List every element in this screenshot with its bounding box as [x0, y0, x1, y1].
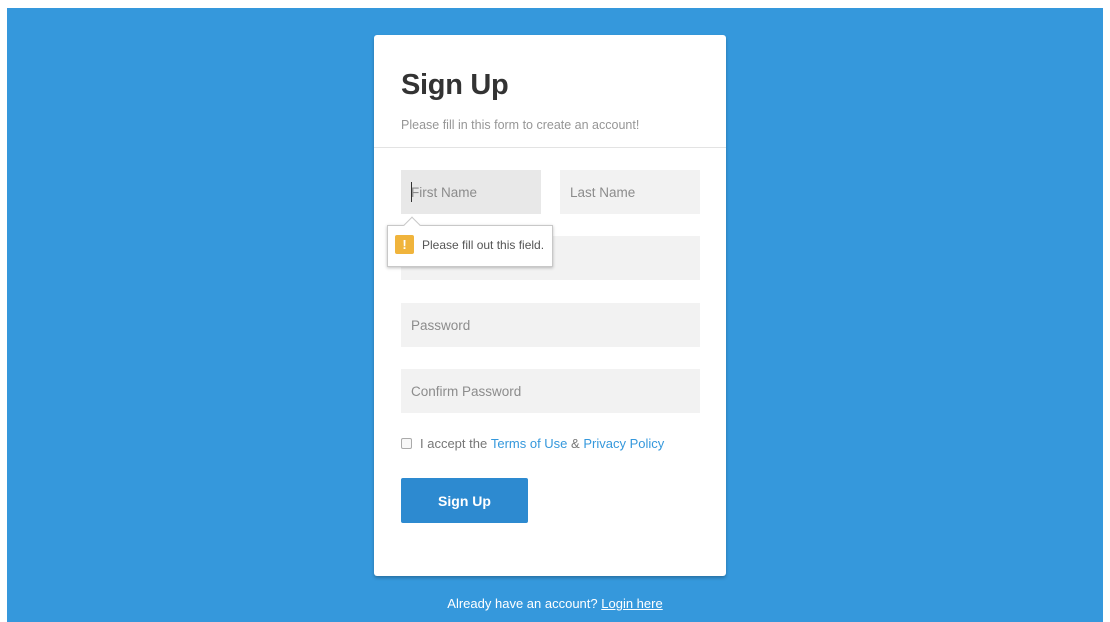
warning-icon: ! — [395, 235, 414, 254]
signup-button[interactable]: Sign Up — [401, 478, 528, 523]
header-divider — [374, 147, 726, 148]
last-name-input[interactable] — [560, 170, 700, 214]
privacy-policy-link[interactable]: Privacy Policy — [583, 436, 664, 451]
text-cursor — [411, 182, 412, 202]
login-prompt: Already have an account? Login here — [7, 596, 1103, 611]
validation-message: Please fill out this field. — [422, 238, 545, 252]
page-background: Sign Up Please fill in this form to crea… — [7, 8, 1103, 622]
signup-card: Sign Up Please fill in this form to crea… — [374, 35, 726, 576]
form-subtitle: Please fill in this form to create an ac… — [401, 118, 640, 132]
terms-checkbox[interactable] — [401, 438, 412, 449]
terms-of-use-link[interactable]: Terms of Use — [491, 436, 568, 451]
first-name-input[interactable] — [401, 170, 541, 214]
terms-row: I accept the Terms of Use & Privacy Poli… — [401, 436, 664, 451]
login-prompt-text: Already have an account? — [447, 596, 598, 611]
form-title: Sign Up — [401, 69, 509, 101]
login-link[interactable]: Login here — [601, 596, 662, 611]
password-input[interactable] — [401, 303, 700, 347]
terms-prefix: I accept the — [420, 436, 488, 451]
terms-ampersand: & — [571, 436, 580, 451]
confirm-password-input[interactable] — [401, 369, 700, 413]
validation-tooltip: ! Please fill out this field. — [387, 225, 553, 267]
